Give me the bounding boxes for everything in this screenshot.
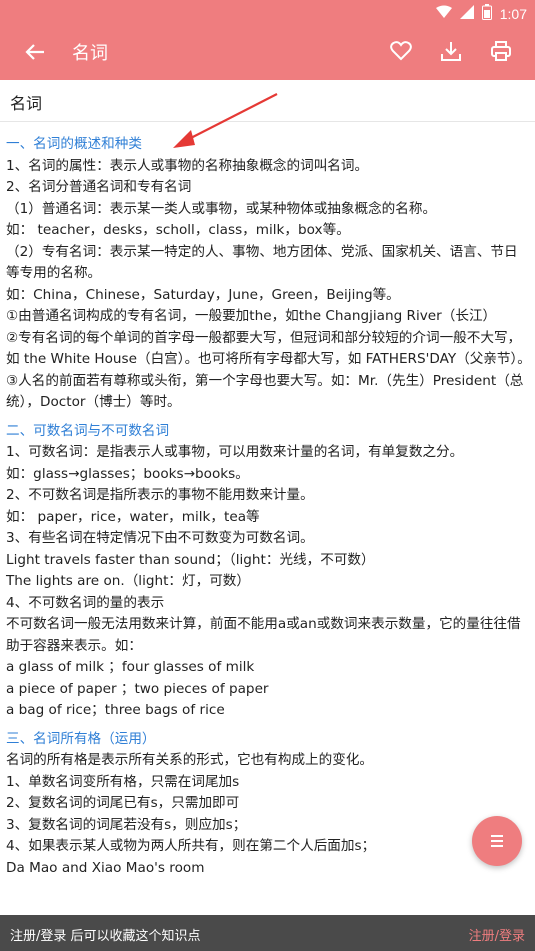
print-button[interactable] (487, 36, 515, 66)
content-line: a bag of rice；three bags of rice (6, 702, 225, 718)
article-content: 一、名词的概述和种类 1、名词的属性：表示人或事物的名称抽象概念的词叫名词。 2、名… (6, 134, 531, 879)
subheader: 名词 (0, 80, 535, 122)
favorite-button[interactable] (387, 36, 415, 66)
content-line: Light travels faster than sound；（light：光… (6, 551, 375, 568)
menu-icon (491, 835, 503, 847)
heart-icon (390, 41, 412, 61)
content-line: 4、不可数名词的量的表示 (6, 594, 165, 611)
login-register-link[interactable]: 注册/登录 (469, 925, 525, 944)
bottom-bar: 注册/登录 后可以收藏这个知识点 注册/登录 (0, 915, 535, 951)
content-line: 1、名词的属性：表示人或事物的名称抽象概念的词叫名词。 (6, 157, 369, 174)
content-line: 如： teacher，desks，scholl，class，milk，box等。 (6, 222, 350, 238)
content-line: 如：China，Chinese，Saturday，June，Green，Beij… (6, 286, 400, 303)
content-line: 名词的所有格是表示所有关系的形式，它也有构成上的变化。 (6, 752, 374, 768)
status-bar: 1:07 (0, 0, 535, 24)
content-line: 2、名词分普通名词和专有名词 (6, 179, 192, 195)
content-line: 如： paper，rice，water，milk，tea等 (6, 508, 260, 525)
status-time: 1:07 (499, 6, 527, 22)
content-line: 3、有些名词在特定情况下由不可数变为可数名词。 (6, 530, 314, 546)
menu-fab-button[interactable] (472, 816, 522, 866)
subheader-title: 名词 (10, 94, 43, 113)
content-line: 3、复数名词的词尾若没有s，则应加s； (6, 816, 247, 833)
content-line: a glass of milk ；four glasses of milk (6, 659, 255, 675)
content-line: 1、可数名词：是指表示人或事物，可以用数来计量的名词，有单复数之分。 (6, 444, 464, 460)
signal-icon (459, 5, 474, 23)
app-bar: 名词 (0, 24, 535, 80)
content-line: 2、不可数名词是指所表示的事物不能用数来计量。 (6, 487, 314, 503)
content-line: ②专有名词的每个单词的首字母一般都要大写，但冠词和部分较短的介词一般不大写，如 … (6, 329, 531, 368)
printer-icon (491, 41, 511, 61)
back-button[interactable] (20, 38, 50, 66)
arrow-left-icon (25, 44, 44, 60)
content-line: a piece of paper ；two pieces of paper (6, 680, 269, 697)
download-button[interactable] (437, 36, 465, 66)
content-line: 1、单数名词变所有格，只需在词尾加s (6, 773, 240, 790)
content-line: 不可数名词一般无法用数来计算，前面不能用a或an或数词来表示数量，它的量往往借助… (6, 616, 521, 654)
content-line: Da Mao and Xiao Mao's room (6, 859, 205, 876)
app-actions (387, 36, 515, 66)
status-icons: 1:07 (435, 4, 527, 24)
content-line: The lights are on.（light：灯，可数） (6, 573, 250, 589)
login-hint-text: 注册/登录 后可以收藏这个知识点 (10, 929, 201, 944)
content-line: 如：glass→glasses；books→books。 (6, 465, 249, 482)
content-line: （1）普通名词：表示某一类人或事物，或某种物体或抽象概念的名称。 (6, 200, 437, 217)
content-line: （2）专有名词：表示某一特定的人、事物、地方团体、党派、国家机关、语言、节日等专… (6, 243, 518, 282)
section-heading: 三、名词所有格（运用） (6, 730, 156, 747)
battery-icon (481, 4, 492, 24)
download-icon (441, 42, 461, 61)
content-line: ①由普通名词构成的专有名词，一般要加the，如the Changjiang Ri… (6, 308, 497, 324)
page-title: 名词 (72, 43, 108, 64)
content-line: 4、如果表示某人或物为两人所共有，则在第二个人后面加s； (6, 838, 376, 854)
content-line: ③人名的前面若有尊称或头衔，第一个字母也要大写。如：Mr.（先生）Preside… (6, 372, 524, 411)
content-line: 2、复数名词的词尾已有s，只需加即可 (6, 795, 240, 811)
section-heading: 一、名词的概述和种类 (6, 136, 142, 152)
wifi-icon (435, 5, 452, 23)
section-heading: 二、可数名词与不可数名词 (6, 422, 170, 439)
